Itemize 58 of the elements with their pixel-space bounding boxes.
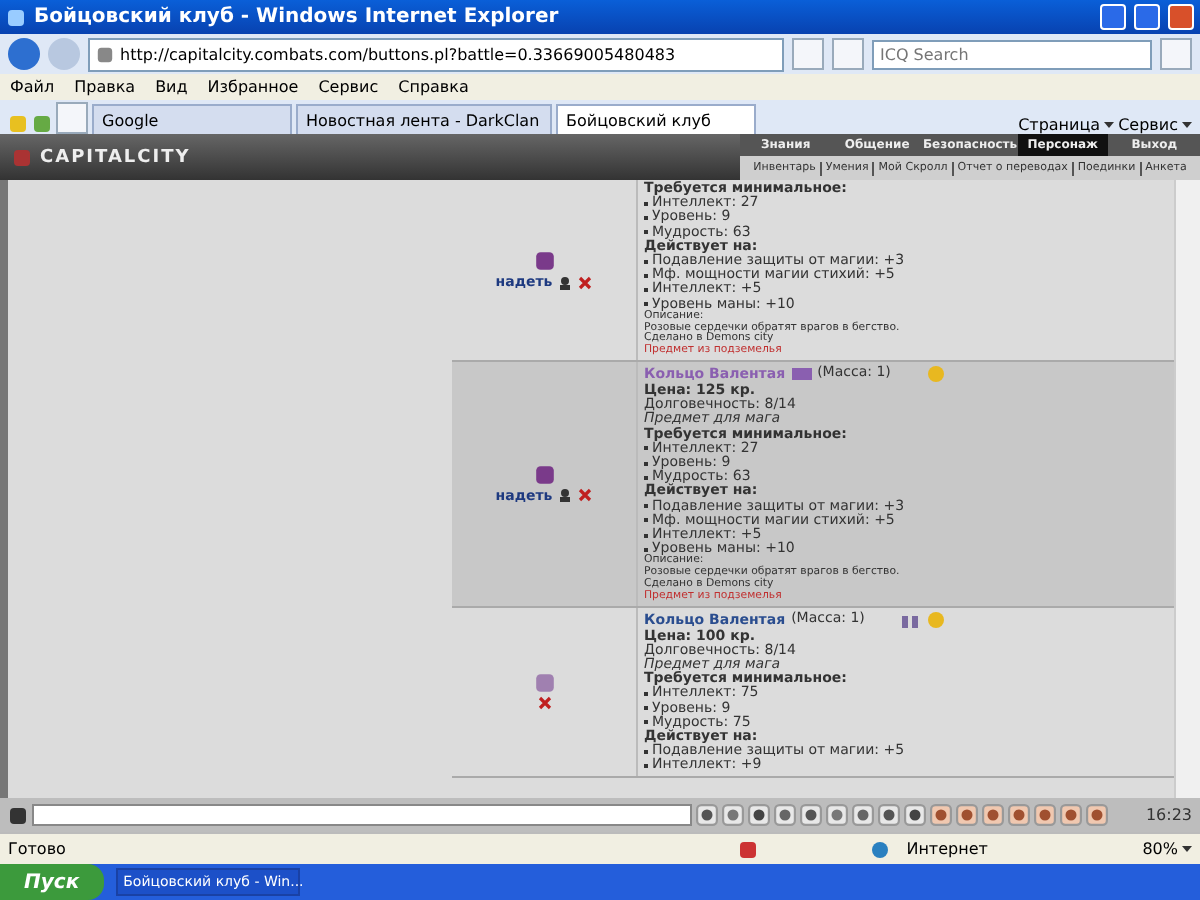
delete-icon[interactable] [578,488,593,503]
bust-icon[interactable] [558,488,573,503]
coin-icon [926,609,947,630]
game-tool-icon[interactable] [878,804,900,826]
game-tool-icon[interactable] [800,804,822,826]
refresh-button[interactable] [792,38,824,70]
menu-item[interactable]: Правка [74,78,136,96]
game-tool-icon[interactable] [982,804,1004,826]
menu-item[interactable]: Избранное [207,78,299,96]
game-logo: CAPITALCITY [40,147,191,167]
game-tool-icon[interactable] [774,804,796,826]
close-button[interactable] [1168,4,1194,30]
scrollbar[interactable] [1174,180,1200,798]
menu-item[interactable]: Сервис [318,78,379,96]
search-field[interactable]: ICQ Search [872,39,1152,69]
maximize-button[interactable] [1134,4,1160,30]
globe-icon [870,839,891,859]
game-tool-icon[interactable] [1034,804,1056,826]
game-tool-icon[interactable] [748,804,770,826]
stop-button[interactable] [832,38,864,70]
menu-item[interactable]: Вид [155,78,188,96]
menu-item[interactable]: Файл [10,78,55,96]
window-title: Бойцовский клуб - Windows Internet Explorer [34,6,561,28]
game-tool-icon[interactable] [956,804,978,826]
game-tool-icon[interactable] [722,804,744,826]
game-tool-icon[interactable] [904,804,926,826]
clock-text: 16:23 [1145,806,1192,824]
browser-tab[interactable]: Google [92,104,292,134]
game-tool-icon[interactable] [852,804,874,826]
browser-tab[interactable]: Бойцовский клуб [556,104,756,134]
menu-item[interactable]: Справка [398,78,469,96]
zone-text: Интернет [906,840,990,858]
url-text: http://capitalcity.combats.com/buttons.pl?battle=0.33669005480483 [120,45,676,63]
game-tool-icon[interactable] [1086,804,1108,826]
zoom-control[interactable]: 80% [1142,840,1178,858]
caret-icon [1182,122,1192,128]
caret-icon [1104,122,1115,128]
quick-tabs-button[interactable] [56,102,88,134]
back-button[interactable] [8,38,40,70]
command-menu[interactable]: Страница [1018,116,1101,134]
game-tool-icon[interactable] [826,804,848,826]
game-tool-icon[interactable] [1060,804,1082,826]
delete-icon[interactable] [578,275,593,289]
search-button[interactable] [1160,38,1192,70]
start-button[interactable]: Пуск [0,864,104,900]
minimize-button[interactable] [1100,4,1126,30]
address-field[interactable]: http://capitalcity.combats.com/buttons.pl?battle=0.33669005480483 [88,37,784,71]
bust-icon[interactable] [558,275,573,289]
game-tool-icon[interactable] [1008,804,1030,826]
status-text: Готово [8,840,68,858]
coin-icon [926,364,947,385]
game-tool-icon[interactable] [930,804,952,826]
delete-icon[interactable] [537,696,551,711]
caret-icon [1182,846,1192,852]
chat-input[interactable] [32,804,692,826]
command-menu[interactable]: Сервис [1118,116,1178,134]
browser-tab[interactable]: Новостная лента - DarkClan [296,104,552,134]
game-tool-icon[interactable] [696,804,718,826]
